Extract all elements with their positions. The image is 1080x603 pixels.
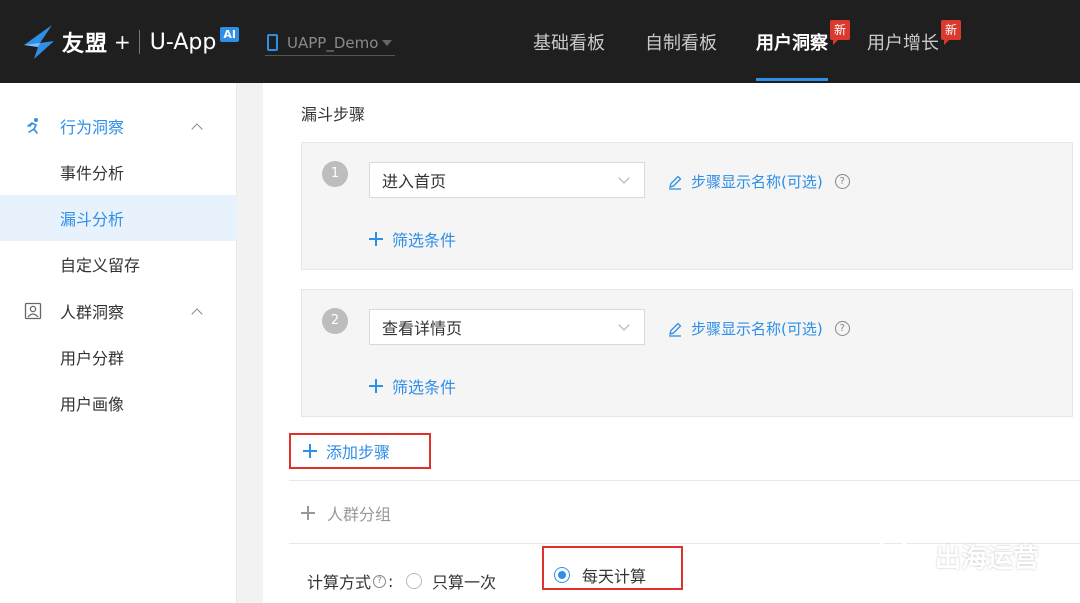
chevron-down-icon [618, 172, 630, 184]
brand-en: U-App [149, 29, 217, 55]
new-badge: 新 [941, 20, 961, 45]
nav-tab-label: 自制看板 [645, 32, 717, 54]
sidebar-item-label: 用户画像 [60, 395, 125, 414]
calc-method-text: 计算方式 [307, 573, 372, 592]
running-person-icon [27, 118, 38, 134]
funnel-step-card: 2 查看详情页 步骤显示名称(可选) ? 筛选条件 [301, 289, 1073, 417]
sidebar-item-user-profile[interactable]: 用户画像 [0, 380, 237, 426]
caret-down-icon [382, 39, 393, 46]
ai-badge: AI [220, 26, 239, 42]
nav-tab-label: 用户增长 [867, 32, 939, 54]
plus-icon [369, 379, 383, 393]
chevron-up-icon [191, 308, 203, 320]
step-event-select[interactable]: 查看详情页 [369, 309, 645, 345]
sidebar-item-label: 用户分群 [60, 349, 125, 368]
help-icon[interactable]: ? [834, 174, 850, 189]
calc-option-once[interactable]: 只算一次 [406, 567, 496, 595]
chevron-down-icon [618, 319, 630, 331]
step-rename-link[interactable]: 步骤显示名称(可选) ? [667, 318, 850, 339]
step-event-value: 进入首页 [382, 172, 447, 191]
step-number: 2 [322, 308, 348, 334]
plus-icon [303, 444, 317, 458]
sidebar-item-funnel-analysis[interactable]: 漏斗分析 [0, 195, 237, 241]
app-selector[interactable]: UAPP_Demo [265, 30, 395, 56]
wechat-icon [874, 538, 925, 574]
radio-unselected[interactable] [406, 573, 422, 589]
calc-option-label: 每天计算 [582, 567, 647, 586]
calc-option-label: 只算一次 [432, 573, 497, 592]
funnel-editor: 漏斗步骤 1 进入首页 步骤显示名称(可选) ? 筛选条件 2 查看详情页 步骤… [263, 83, 1080, 603]
nav-tab-basic-dashboard[interactable]: 基础看板 [533, 0, 605, 83]
phone-icon [267, 34, 278, 51]
sidebar-item-event-analysis[interactable]: 事件分析 [0, 149, 237, 195]
brand-plus: + [114, 30, 131, 54]
watermark-text: 出海运营 [935, 543, 1040, 574]
wechat-watermark: 出海运营 [873, 537, 1039, 575]
new-badge: 新 [830, 20, 850, 45]
sidebar-group-label: 行为洞察 [60, 118, 125, 137]
add-filter-label: 筛选条件 [392, 378, 457, 397]
sidebar-item-label: 自定义留存 [60, 256, 141, 275]
nav-tab-label: 用户洞察 [756, 32, 828, 54]
sidebar-group-crowd-insight[interactable]: 人群洞察 [0, 288, 237, 334]
step-rename-label: 步骤显示名称(可选) [691, 320, 823, 338]
brand-separator [138, 30, 140, 54]
calc-method-label: 计算方式 ? : [307, 567, 393, 595]
add-filter-link[interactable]: 筛选条件 [369, 227, 456, 251]
section-title: 漏斗步骤 [301, 105, 366, 124]
help-icon[interactable]: ? [373, 574, 387, 588]
calc-method-colon: : [388, 571, 394, 591]
active-tab-indicator [756, 78, 828, 81]
add-step-button[interactable]: 添加步骤 [289, 433, 431, 469]
app-name: UAPP_Demo [287, 33, 379, 52]
sidebar-item-label: 漏斗分析 [60, 210, 125, 229]
funnel-step-card: 1 进入首页 步骤显示名称(可选) ? 筛选条件 [301, 142, 1073, 270]
nav-tab-user-growth[interactable]: 用户增长 新 [867, 0, 961, 83]
brand-logo[interactable]: 友盟 + U-App AI [22, 22, 239, 62]
add-step-label: 添加步骤 [326, 443, 391, 462]
sidebar-item-label: 事件分析 [60, 164, 125, 183]
umeng-bird-icon [24, 25, 54, 59]
step-rename-label: 步骤显示名称(可选) [691, 173, 823, 191]
chevron-up-icon [191, 123, 203, 135]
step-rename-link[interactable]: 步骤显示名称(可选) ? [667, 171, 850, 192]
sidebar: 行为洞察 事件分析 漏斗分析 自定义留存 人群洞察 用户分群 用户画像 [0, 83, 237, 603]
nav-tab-user-insight[interactable]: 用户洞察 新 [756, 0, 850, 83]
add-filter-link[interactable]: 筛选条件 [369, 374, 456, 398]
sidebar-item-user-segments[interactable]: 用户分群 [0, 334, 237, 380]
radio-selected[interactable] [554, 567, 570, 583]
help-icon[interactable]: ? [834, 321, 850, 336]
pencil-icon [669, 175, 682, 190]
pencil-icon [669, 322, 682, 337]
user-card-icon [24, 302, 42, 320]
plus-icon [369, 232, 383, 246]
nav-tab-custom-dashboard[interactable]: 自制看板 [645, 0, 717, 83]
step-event-select[interactable]: 进入首页 [369, 162, 645, 198]
sidebar-group-behavior-insight[interactable]: 行为洞察 [0, 103, 237, 149]
sidebar-group-label: 人群洞察 [60, 303, 125, 322]
calc-option-daily[interactable]: 每天计算 [554, 561, 646, 589]
add-filter-label: 筛选条件 [392, 231, 457, 250]
crowd-group-button[interactable]: 人群分组 [301, 501, 391, 525]
nav-tab-label: 基础看板 [533, 32, 605, 54]
brand-cn: 友盟 [62, 32, 109, 57]
step-event-value: 查看详情页 [382, 319, 463, 338]
divider [289, 480, 1080, 481]
sidebar-item-custom-retention[interactable]: 自定义留存 [0, 241, 237, 287]
top-navigation-bar: 友盟 + U-App AI UAPP_Demo 基础看板 自制看板 用户洞察 新… [0, 0, 1080, 83]
step-number: 1 [322, 161, 348, 187]
plus-icon [301, 506, 315, 520]
crowd-group-label: 人群分组 [327, 505, 392, 524]
